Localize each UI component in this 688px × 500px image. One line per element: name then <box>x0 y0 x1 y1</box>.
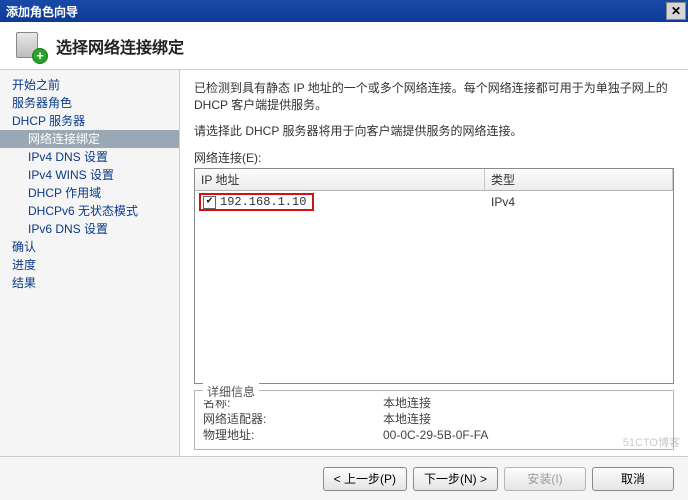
nav-item-10[interactable]: 进度 <box>0 256 179 274</box>
nav-item-9[interactable]: 确认 <box>0 238 179 256</box>
nav-item-5[interactable]: IPv4 WINS 设置 <box>0 166 179 184</box>
grid-header: IP 地址 类型 <box>195 169 673 191</box>
sidebar: 开始之前服务器角色DHCP 服务器网络连接绑定IPv4 DNS 设置IPv4 W… <box>0 70 180 456</box>
close-button[interactable]: ✕ <box>666 2 686 20</box>
row-ip: 192.168.1.10 <box>220 195 306 209</box>
grid-body: 192.168.1.10 IPv4 <box>195 191 673 383</box>
details-legend: 详细信息 <box>203 383 259 400</box>
nav-item-3[interactable]: 网络连接绑定 <box>0 130 179 148</box>
column-type[interactable]: 类型 <box>485 169 673 190</box>
connections-label: 网络连接(E): <box>194 149 674 166</box>
detail-name-value: 本地连接 <box>383 395 431 411</box>
nav-item-4[interactable]: IPv4 DNS 设置 <box>0 148 179 166</box>
nav-item-2[interactable]: DHCP 服务器 <box>0 112 179 130</box>
wizard-header: + 选择网络连接绑定 <box>0 22 688 70</box>
main-panel: 已检测到具有静态 IP 地址的一个或多个网络连接。每个网络连接都可用于为单独子网… <box>180 70 688 456</box>
intro-text: 已检测到具有静态 IP 地址的一个或多个网络连接。每个网络连接都可用于为单独子网… <box>194 80 674 114</box>
nav-item-7[interactable]: DHCPv6 无状态模式 <box>0 202 179 220</box>
detail-mac-value: 00-0C-29-5B-0F-FA <box>383 427 488 443</box>
next-button[interactable]: 下一步(N) > <box>413 467 498 491</box>
nav-item-1[interactable]: 服务器角色 <box>0 94 179 112</box>
table-row[interactable]: 192.168.1.10 IPv4 <box>195 191 673 213</box>
window-title: 添加角色向导 <box>6 3 666 20</box>
row-checkbox[interactable] <box>203 196 216 209</box>
detail-adapter-value: 本地连接 <box>383 411 431 427</box>
detail-adapter-label: 网络适配器: <box>203 411 383 427</box>
wizard-icon: + <box>14 30 46 62</box>
nav-item-6[interactable]: DHCP 作用域 <box>0 184 179 202</box>
row-type: IPv4 <box>485 193 673 211</box>
details-panel: 详细信息 名称: 本地连接 网络适配器: 本地连接 物理地址: 00-0C-29… <box>194 390 674 450</box>
wizard-footer: < 上一步(P) 下一步(N) > 安装(I) 取消 <box>0 456 688 500</box>
install-button: 安装(I) <box>504 467 586 491</box>
instruction-text: 请选择此 DHCP 服务器将用于向客户端提供服务的网络连接。 <box>194 122 674 139</box>
nav-item-0[interactable]: 开始之前 <box>0 76 179 94</box>
nav-item-11[interactable]: 结果 <box>0 274 179 292</box>
titlebar: 添加角色向导 ✕ <box>0 0 688 22</box>
nav-item-8[interactable]: IPv6 DNS 设置 <box>0 220 179 238</box>
page-title: 选择网络连接绑定 <box>56 34 184 58</box>
connections-grid: IP 地址 类型 192.168.1.10 IPv4 <box>194 168 674 384</box>
detail-mac-label: 物理地址: <box>203 427 383 443</box>
column-ip[interactable]: IP 地址 <box>195 169 485 190</box>
prev-button[interactable]: < 上一步(P) <box>323 467 407 491</box>
cancel-button[interactable]: 取消 <box>592 467 674 491</box>
